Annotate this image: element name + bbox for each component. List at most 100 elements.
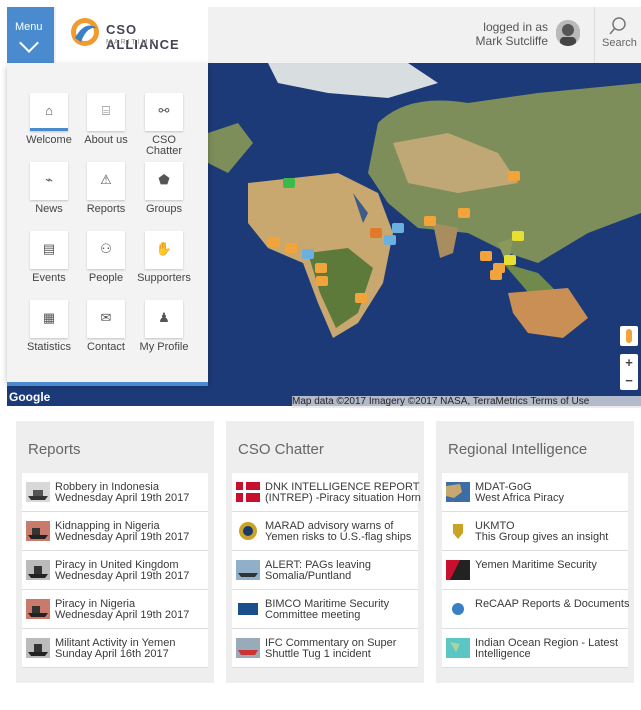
profile-icon: ♟: [158, 310, 170, 325]
avatar[interactable]: [556, 20, 580, 46]
yemen-flag-icon: [446, 560, 470, 580]
list-item[interactable]: ALERT: PAGs leaving Somalia/Puntland: [232, 551, 418, 590]
ukmto-crest-icon: [446, 521, 470, 541]
search-button[interactable]: Search: [594, 7, 641, 63]
world-map[interactable]: [208, 63, 641, 406]
list-item[interactable]: IFC Commentary on Super Shuttle Tug 1 in…: [232, 629, 418, 668]
thumbs-up-icon: ✋: [155, 241, 173, 256]
menu-item-label: Reports: [86, 203, 126, 215]
menu-item-label: Welcome: [26, 134, 72, 146]
zoom-out-button[interactable]: −: [620, 372, 638, 390]
ship-thumbnail: [26, 599, 50, 619]
incident-marker[interactable]: [480, 251, 492, 261]
menu-item-label: Events: [32, 272, 66, 284]
menu-dropdown: ⌂ Welcome ⌸ About us ⚯ CSO Chatter ⌁ New…: [7, 63, 208, 386]
menu-item-label: People: [88, 272, 124, 284]
menu-item-groups[interactable]: ⬟ Groups: [132, 162, 196, 230]
ship-thumbnail: [26, 560, 50, 580]
menu-item-reports[interactable]: ⚠ Reports: [74, 162, 138, 230]
menu-item-cso-chatter[interactable]: ⚯ CSO Chatter: [132, 93, 196, 161]
ship-thumbnail: [236, 638, 260, 658]
menu-item-welcome[interactable]: ⌂ Welcome: [17, 93, 81, 161]
chatter-icon: ⚯: [158, 103, 170, 118]
cso-chatter-title: CSO Chatter: [238, 441, 324, 458]
list-item[interactable]: UKMTO This Group gives an insight: [442, 512, 628, 551]
incident-marker[interactable]: [512, 231, 524, 241]
list-item[interactable]: Militant Activity in Yemen Sunday April …: [22, 629, 208, 668]
incident-marker[interactable]: [370, 228, 382, 238]
list-item[interactable]: ReCAAP Reports & Documents: [442, 590, 629, 629]
ship-thumbnail: [26, 521, 50, 541]
incident-marker[interactable]: [285, 243, 297, 253]
incident-marker[interactable]: [458, 208, 470, 218]
ship-thumbnail: [26, 482, 50, 502]
incident-marker[interactable]: [316, 276, 328, 286]
menu-item-label: CSO Chatter: [145, 134, 183, 157]
reports-panel: Reports Robbery in Indonesia Wednesday A…: [16, 421, 214, 683]
incident-marker[interactable]: [384, 235, 396, 245]
menu-item-statistics[interactable]: ▦ Statistics: [17, 300, 81, 368]
list-item[interactable]: BIMCO Maritime Security Committee meetin…: [232, 590, 418, 629]
menu-item-people[interactable]: ⚇ People: [74, 231, 138, 299]
menu-item-about[interactable]: ⌸ About us: [74, 93, 138, 161]
bimco-logo-icon: [236, 599, 260, 619]
menu-item-label: News: [35, 203, 63, 215]
map-imagery: [208, 63, 641, 406]
recaap-logo-icon: [446, 599, 470, 619]
user-name[interactable]: Mark Sutcliffe: [440, 34, 548, 48]
list-item[interactable]: DNK INTELLIGENCE REPORT (INTREP) -Piracy…: [232, 473, 421, 512]
cso-logo-icon: [71, 18, 99, 46]
statistics-icon: ▦: [42, 310, 56, 325]
menu-item-news[interactable]: ⌁ News: [17, 162, 81, 230]
map-attribution[interactable]: Map data ©2017 Imagery ©2017 NASA, Terra…: [292, 396, 641, 408]
search-icon: [609, 17, 626, 35]
cso-chatter-panel: CSO Chatter DNK INTELLIGENCE REPORT (INT…: [226, 421, 424, 683]
incident-marker[interactable]: [490, 270, 502, 280]
ship-thumbnail: [26, 638, 50, 658]
incident-marker[interactable]: [315, 263, 327, 273]
menu-button[interactable]: Menu: [7, 7, 54, 63]
list-item[interactable]: MARAD advisory warns of Yemen risks to U…: [232, 512, 418, 551]
google-logo: Google: [9, 390, 51, 404]
logged-in-label: logged in as: [483, 20, 548, 34]
menu-item-supporters[interactable]: ✋ Supporters: [132, 231, 196, 299]
seal-thumbnail: [239, 522, 257, 540]
flag-thumbnail: [236, 482, 260, 502]
brand-subtitle: MARITIME: [106, 39, 157, 46]
menu-item-label: Statistics: [26, 341, 71, 353]
menu-item-label: Groups: [145, 203, 183, 215]
list-item[interactable]: Kidnapping in Nigeria Wednesday April 19…: [22, 512, 208, 551]
incident-marker[interactable]: [424, 216, 436, 226]
brand-logo[interactable]: CSO ALLIANCE MARITIME: [56, 7, 208, 63]
incident-marker[interactable]: [355, 293, 367, 303]
incident-marker[interactable]: [392, 223, 404, 233]
groups-icon: ⬟: [158, 172, 170, 187]
menu-item-contact[interactable]: ✉ Contact: [74, 300, 138, 368]
menu-item-my-profile[interactable]: ♟ My Profile: [132, 300, 196, 368]
menu-item-events[interactable]: ▤ Events: [17, 231, 81, 299]
people-icon: ⚇: [100, 241, 112, 256]
logged-in-info: logged in as Mark Sutcliffe: [440, 20, 548, 48]
list-item[interactable]: Piracy in United Kingdom Wednesday April…: [22, 551, 208, 590]
street-view-icon[interactable]: [620, 326, 638, 346]
map-thumbnail: [446, 638, 470, 658]
list-item[interactable]: MDAT-GoG West Africa Piracy: [442, 473, 628, 512]
calendar-icon: ▤: [42, 241, 56, 256]
zoom-in-button[interactable]: +: [620, 354, 638, 372]
broadcast-icon: ⌁: [45, 172, 53, 187]
incident-marker[interactable]: [302, 249, 314, 259]
incident-marker[interactable]: [283, 178, 295, 188]
incident-marker[interactable]: [508, 171, 520, 181]
regional-intelligence-panel: Regional Intelligence MDAT-GoG West Afri…: [436, 421, 634, 683]
list-item[interactable]: Robbery in Indonesia Wednesday April 19t…: [22, 473, 208, 512]
incident-marker[interactable]: [504, 255, 516, 265]
map-thumbnail: [446, 482, 470, 502]
contact-icon: ✉: [100, 310, 112, 325]
brand-title: CSO ALLIANCE: [106, 22, 180, 52]
menu-item-label: About us: [84, 134, 128, 146]
list-item[interactable]: Indian Ocean Region - Latest Intelligenc…: [442, 629, 628, 668]
incident-marker[interactable]: [268, 237, 280, 247]
list-item[interactable]: Piracy in Nigeria Wednesday April 19th 2…: [22, 590, 208, 629]
list-item[interactable]: Yemen Maritime Security: [442, 551, 628, 590]
ship-thumbnail: [236, 560, 260, 580]
